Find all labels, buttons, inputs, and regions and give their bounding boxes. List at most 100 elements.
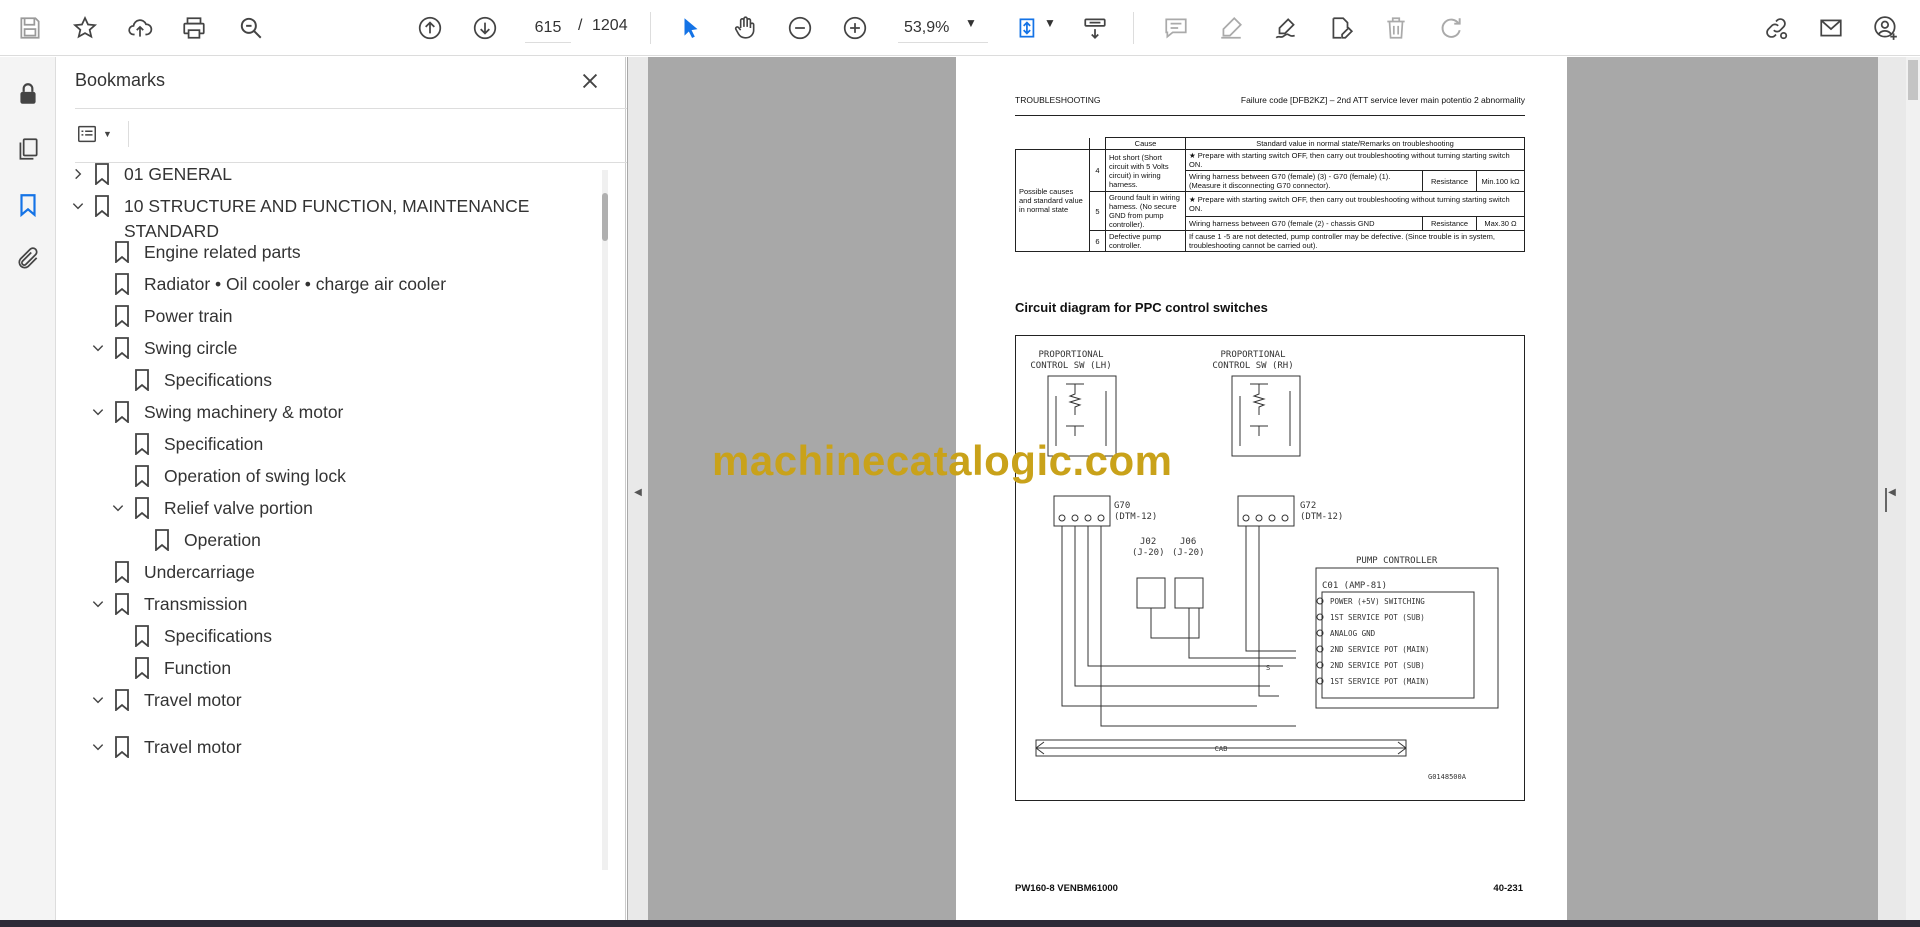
bookmark-item[interactable]: Operation of swing lock bbox=[108, 464, 346, 489]
save-icon[interactable] bbox=[12, 10, 48, 46]
chevron-down-icon[interactable] bbox=[88, 735, 108, 759]
fit-page-dropdown-caret[interactable]: ▼ bbox=[1044, 16, 1056, 30]
scrolling-mode-icon[interactable] bbox=[1077, 10, 1113, 46]
document-scrollbar-thumb[interactable] bbox=[1908, 60, 1918, 100]
navigation-rail bbox=[0, 57, 56, 927]
bookmark-icon bbox=[112, 400, 132, 424]
star-icon[interactable] bbox=[67, 10, 103, 46]
bookmark-item[interactable]: Swing circle bbox=[88, 336, 237, 361]
check-text: Wiring harness between G70 (female) (3) … bbox=[1185, 170, 1423, 192]
bookmark-item[interactable]: Power train bbox=[88, 304, 233, 329]
pages-icon[interactable] bbox=[11, 132, 45, 166]
page-number-input[interactable] bbox=[525, 13, 571, 43]
bookmark-label: Specification bbox=[164, 434, 264, 454]
collapse-right-panel-button[interactable]: ◀ bbox=[1878, 57, 1906, 927]
bookmark-item[interactable]: Swing machinery & motor bbox=[88, 400, 343, 425]
zoom-in-icon[interactable] bbox=[837, 10, 873, 46]
add-user-icon[interactable] bbox=[1868, 10, 1904, 46]
g72-label: G72 bbox=[1300, 501, 1316, 511]
chevron-down-icon[interactable] bbox=[88, 592, 108, 616]
bookmark-item[interactable]: Specifications bbox=[108, 624, 272, 649]
bookmark-item[interactable]: Radiator • Oil cooler • charge air coole… bbox=[88, 272, 446, 297]
pin-label: 2ND SERVICE POT (MAIN) bbox=[1330, 645, 1429, 654]
search-icon[interactable] bbox=[233, 10, 269, 46]
bookmark-item[interactable]: Transmission bbox=[88, 592, 247, 617]
bookmarks-panel-icon[interactable] bbox=[11, 188, 45, 222]
bookmark-item[interactable]: Specifications bbox=[108, 368, 272, 393]
pin-label: 2ND SERVICE POT (SUB) bbox=[1330, 661, 1425, 670]
toolbar-divider bbox=[650, 12, 651, 44]
fit-page-icon[interactable] bbox=[1010, 10, 1046, 46]
attachment-icon[interactable] bbox=[11, 242, 45, 276]
bookmark-item[interactable]: Engine related parts bbox=[88, 240, 301, 265]
delete-icon[interactable] bbox=[1378, 10, 1414, 46]
bookmark-scrollbar[interactable] bbox=[602, 170, 608, 870]
g70-sub-label: (DTM-12) bbox=[1114, 512, 1157, 522]
select-cursor-icon[interactable] bbox=[673, 10, 709, 46]
highlight-icon[interactable] bbox=[1213, 10, 1249, 46]
bookmark-icon bbox=[112, 592, 132, 616]
shield-mark: S bbox=[1266, 664, 1270, 672]
bookmark-icon bbox=[92, 162, 112, 186]
hand-tool-icon[interactable] bbox=[727, 10, 763, 46]
bookmark-item[interactable]: Operation bbox=[128, 528, 261, 553]
collapse-left-panel-button[interactable]: ◀ bbox=[628, 57, 648, 927]
bookmark-item[interactable]: Travel motor bbox=[88, 688, 242, 713]
sw-rh-label-2: CONTROL SW (RH) bbox=[1212, 361, 1293, 371]
bookmark-item[interactable]: Function bbox=[108, 656, 231, 681]
upload-cloud-icon[interactable] bbox=[122, 10, 158, 46]
pin-label: ANALOG GND bbox=[1330, 629, 1376, 638]
comment-icon[interactable] bbox=[1158, 10, 1194, 46]
chevron-right-icon[interactable] bbox=[68, 162, 88, 186]
print-icon[interactable] bbox=[176, 10, 212, 46]
bookmark-label: Travel motor bbox=[144, 690, 242, 710]
email-icon[interactable] bbox=[1813, 10, 1849, 46]
draw-signature-icon[interactable] bbox=[1268, 10, 1304, 46]
bookmark-options-button[interactable]: ▼ bbox=[75, 119, 119, 149]
bookmark-item[interactable]: 10 STRUCTURE AND FUNCTION, MAINTENANCE ST… bbox=[68, 194, 529, 244]
bookmark-label: 10 STRUCTURE AND FUNCTION, MAINTENANCE bbox=[124, 196, 530, 216]
j06-label: J06 bbox=[1180, 537, 1196, 547]
close-icon[interactable] bbox=[576, 67, 604, 95]
bookmark-item[interactable]: 01 GENERAL bbox=[68, 162, 232, 187]
sw-rh-label-1: PROPORTIONAL bbox=[1220, 350, 1285, 360]
cause-text: Ground fault in wiring harness. (No secu… bbox=[1105, 191, 1186, 231]
j06-sub-label: (J-20) bbox=[1172, 548, 1205, 558]
cab-label: CAB bbox=[1215, 745, 1228, 753]
redo-icon[interactable] bbox=[1433, 10, 1469, 46]
zoom-out-icon[interactable] bbox=[782, 10, 818, 46]
bookmark-item[interactable]: Undercarriage bbox=[88, 560, 255, 585]
bookmark-label: Relief valve portion bbox=[164, 498, 313, 518]
share-link-icon[interactable] bbox=[1758, 10, 1794, 46]
document-scrollbar[interactable] bbox=[1906, 57, 1920, 927]
bookmark-label: Travel motor bbox=[144, 737, 242, 757]
cause-text: Defective pump controller. bbox=[1105, 230, 1186, 252]
measure-value: Max.30 Ω bbox=[1476, 215, 1525, 232]
bookmark-item[interactable]: Specification bbox=[108, 432, 263, 457]
zoom-dropdown-caret[interactable]: ▼ bbox=[965, 16, 977, 30]
bookmark-label: 01 GENERAL bbox=[124, 164, 232, 184]
chevron-down-icon[interactable] bbox=[88, 688, 108, 712]
panel-splitter-handle[interactable] bbox=[1885, 488, 1887, 512]
bookmark-icon bbox=[112, 240, 132, 264]
sw-lh-label-1: PROPORTIONAL bbox=[1038, 350, 1103, 360]
chevron-down-icon[interactable] bbox=[88, 400, 108, 424]
window-bottom-bar bbox=[0, 920, 1920, 927]
chevron-down-icon[interactable] bbox=[88, 336, 108, 360]
troubleshooting-table: Cause Standard value in normal state/Rem… bbox=[1015, 137, 1525, 252]
bookmark-scrollbar-thumb[interactable] bbox=[602, 193, 608, 241]
chevron-down-icon[interactable] bbox=[108, 496, 128, 520]
previous-page-icon[interactable] bbox=[412, 10, 448, 46]
edit-document-icon[interactable] bbox=[1323, 10, 1359, 46]
circuit-diagram: PROPORTIONAL CONTROL SW (LH) PROPORTIONA… bbox=[1015, 335, 1525, 801]
chevron-down-icon[interactable] bbox=[68, 194, 88, 218]
lock-icon[interactable] bbox=[11, 77, 45, 111]
measure-item: Resistance bbox=[1422, 215, 1477, 232]
bookmark-item[interactable]: Relief valve portion bbox=[108, 496, 313, 521]
bookmark-item[interactable]: Travel motor bbox=[88, 735, 242, 760]
bookmark-label: Swing circle bbox=[144, 338, 238, 358]
next-page-icon[interactable] bbox=[467, 10, 503, 46]
pin-label: POWER (+5V) SWITCHING bbox=[1330, 597, 1425, 606]
